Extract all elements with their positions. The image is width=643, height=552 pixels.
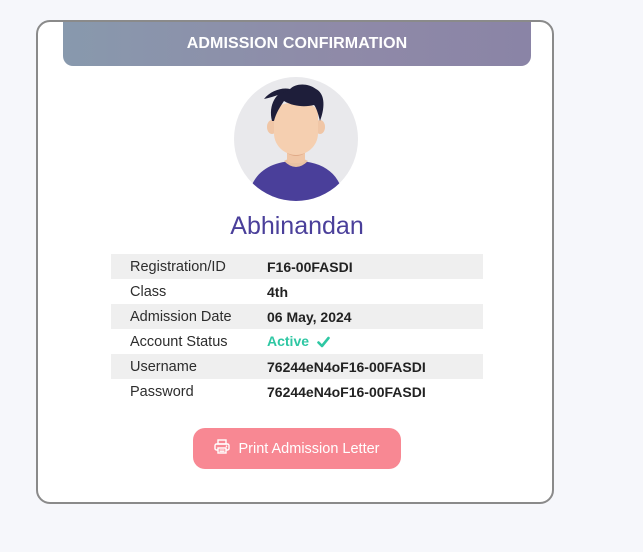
- detail-label: Username: [130, 358, 197, 375]
- student-details-table: Registration/ID F16-00FASDI Class 4th Ad…: [111, 254, 483, 404]
- detail-value: 06 May, 2024: [267, 308, 352, 325]
- detail-value: 76244eN4oF16-00FASDI: [267, 383, 426, 400]
- detail-label: Class: [130, 283, 167, 300]
- detail-label: Registration/ID: [130, 258, 226, 275]
- detail-value: 4th: [267, 283, 288, 300]
- student-name: Abhinandan: [230, 212, 364, 240]
- detail-row-password: Password 76244eN4oF16-00FASDI: [111, 379, 483, 404]
- detail-label: Account Status: [130, 333, 228, 350]
- detail-row-class: Class 4th: [111, 279, 483, 304]
- printer-icon: [214, 439, 231, 458]
- print-button-label: Print Admission Letter: [238, 440, 380, 457]
- print-admission-letter-button[interactable]: Print Admission Letter: [193, 428, 401, 469]
- detail-row-account-status: Account Status Active: [111, 329, 483, 354]
- status-badge: Active: [267, 332, 310, 349]
- detail-value: 76244eN4oF16-00FASDI: [267, 358, 426, 375]
- detail-value: F16-00FASDI: [267, 258, 353, 275]
- detail-label: Password: [130, 383, 194, 400]
- status-cell: Active: [266, 329, 483, 354]
- check-icon: [317, 335, 330, 351]
- admission-card: ADMISSION CONFIRMATION Abhinandan Regist…: [36, 20, 554, 504]
- detail-row-admission-date: Admission Date 06 May, 2024: [111, 304, 483, 329]
- detail-row-username: Username 76244eN4oF16-00FASDI: [111, 354, 483, 379]
- card-title: ADMISSION CONFIRMATION: [186, 35, 408, 52]
- card-header: ADMISSION CONFIRMATION: [63, 22, 531, 66]
- detail-row-registration-id: Registration/ID F16-00FASDI: [111, 254, 483, 279]
- student-avatar-icon: [234, 77, 358, 201]
- detail-label: Admission Date: [130, 308, 232, 325]
